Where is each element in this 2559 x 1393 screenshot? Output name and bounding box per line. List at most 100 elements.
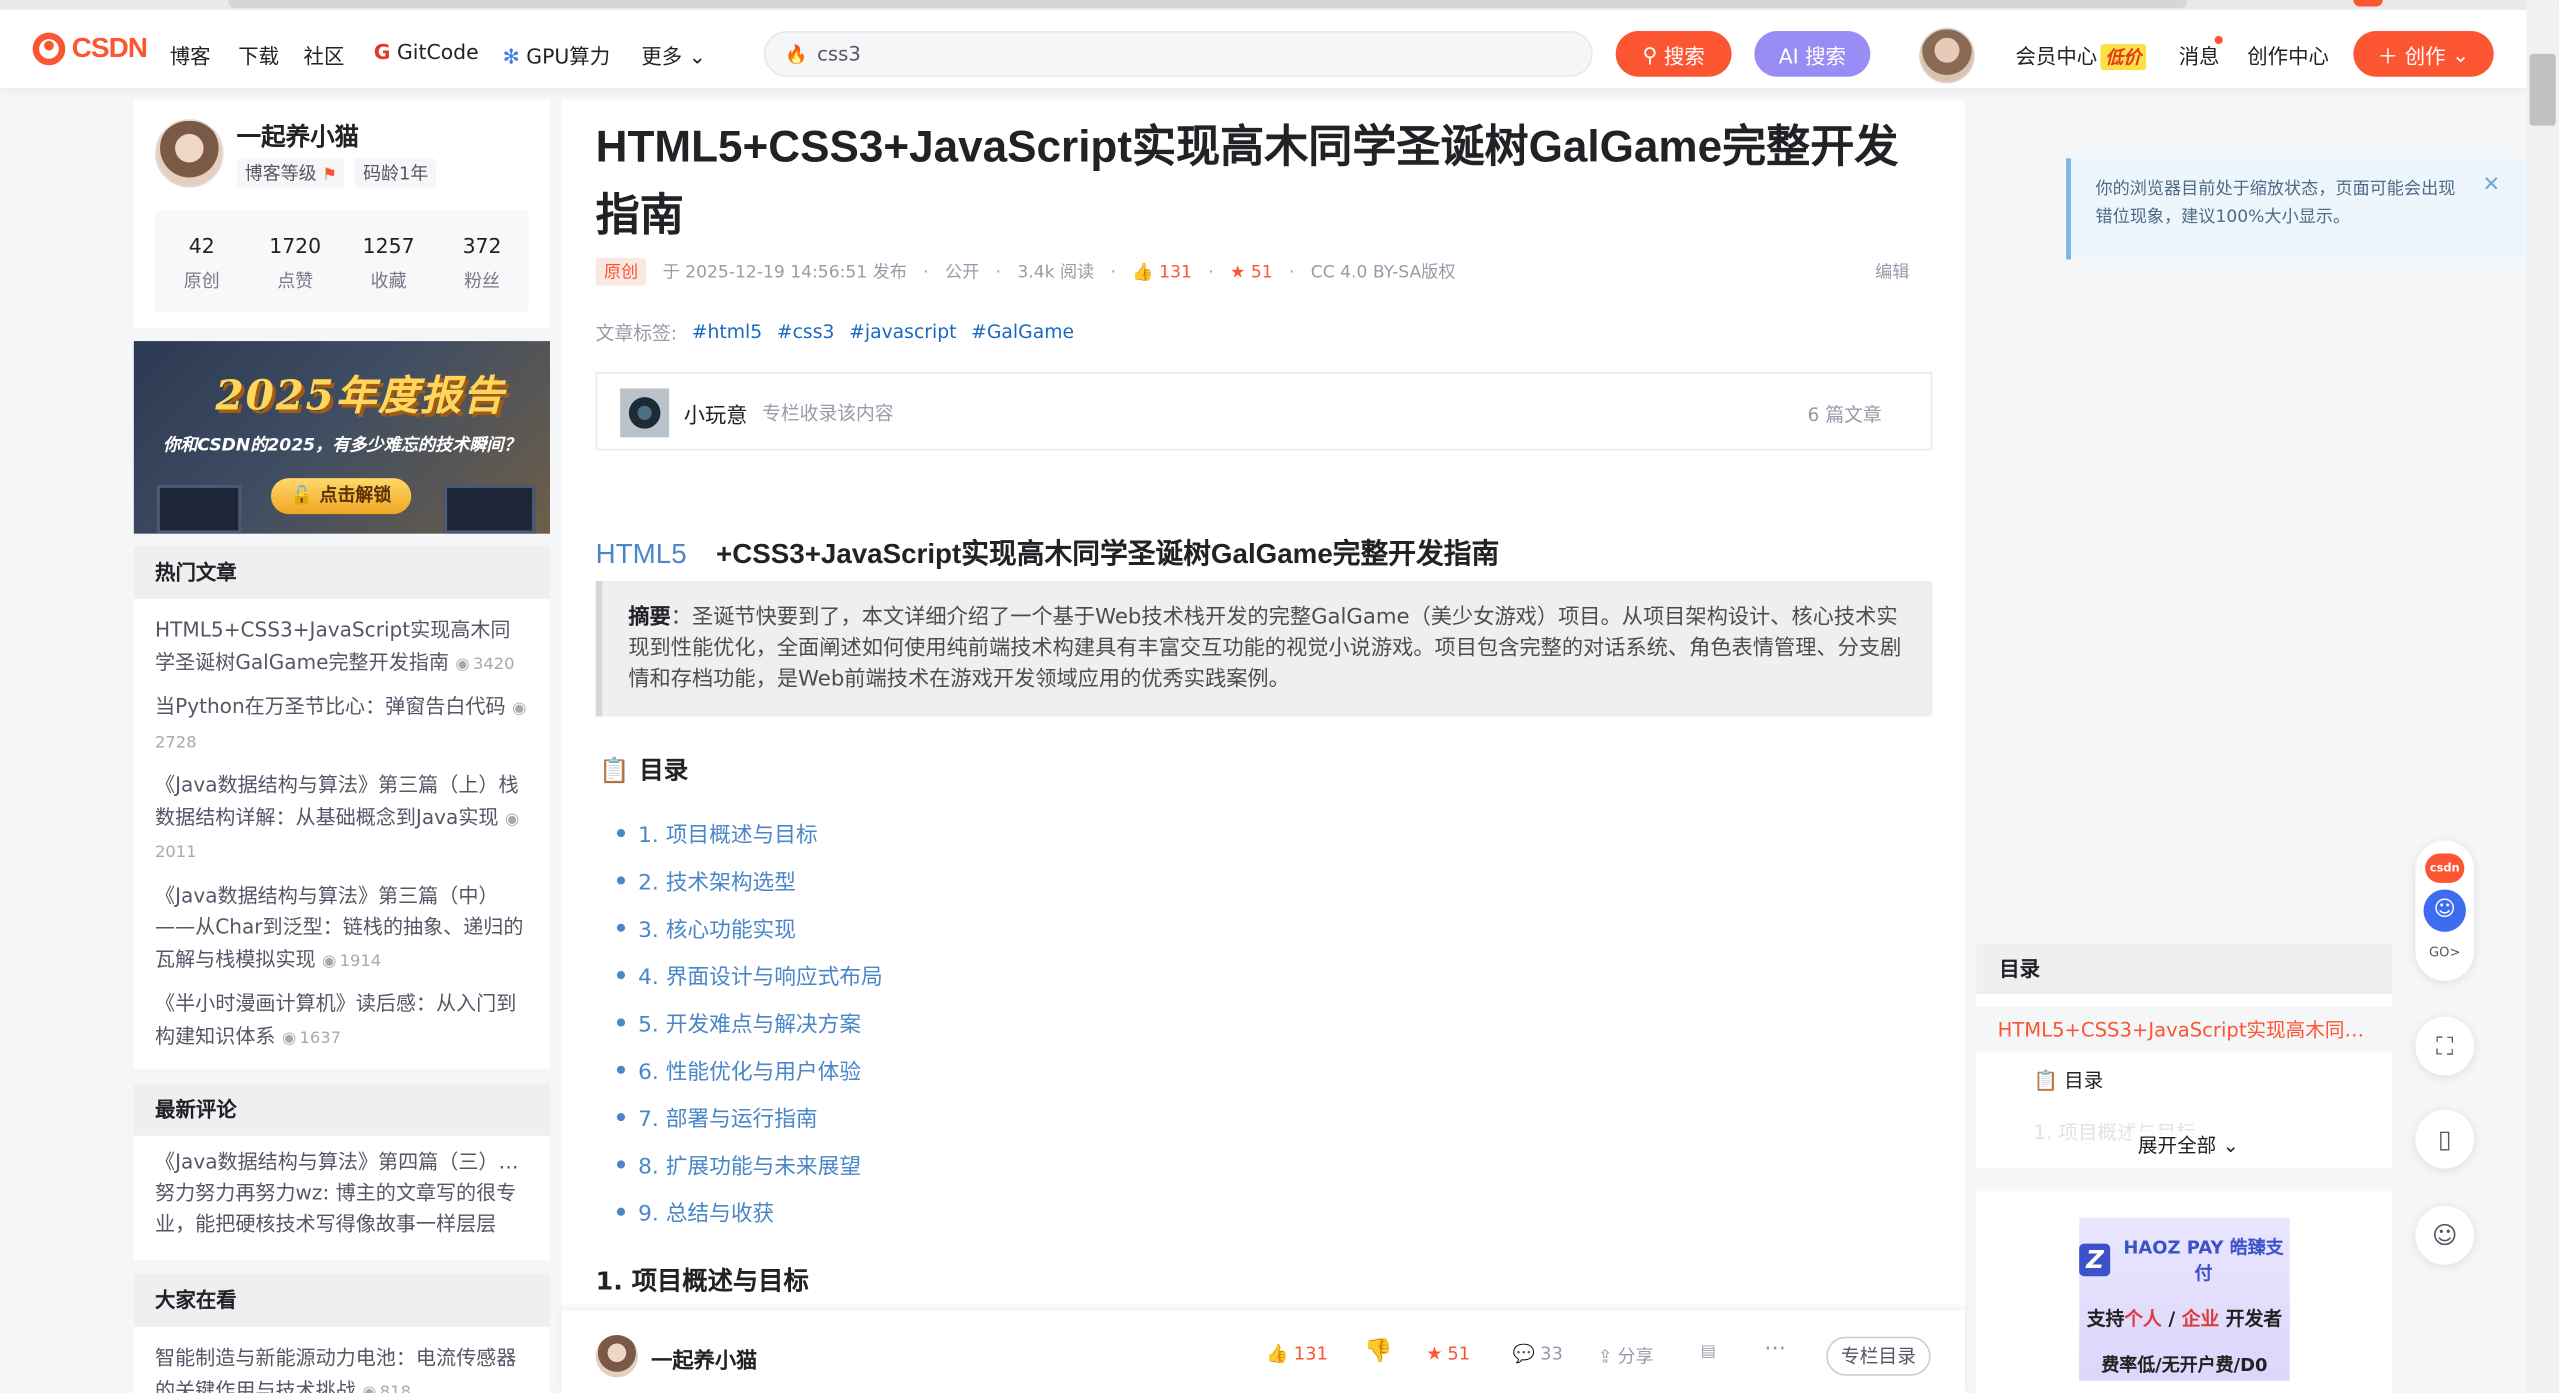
csdn-icon: csdn: [2425, 853, 2465, 883]
ai-bot-icon: ☺: [2423, 889, 2466, 932]
hot-article-item[interactable]: 《半小时漫画计算机》读后感：从入门到构建知识体系 ◉ 1637: [155, 989, 529, 1054]
tag-link[interactable]: #javascript: [849, 320, 956, 346]
eye-icon: ◉: [505, 810, 520, 829]
dislike-icon[interactable]: 👎: [1364, 1338, 1392, 1364]
tag-link[interactable]: #css3: [777, 320, 835, 346]
code-age-tag: 码龄1年: [354, 158, 437, 188]
nav-more[interactable]: 更多 ⌄: [641, 39, 705, 70]
nav-download[interactable]: 下载: [238, 39, 279, 70]
csdn-logo[interactable]: CSDN: [32, 32, 148, 66]
search-input[interactable]: 🔥 css3: [763, 31, 1593, 77]
author-avatar[interactable]: [155, 119, 224, 188]
nav-blog[interactable]: 博客: [170, 39, 211, 70]
mobile-icon[interactable]: ▯: [2415, 1109, 2475, 1169]
side-toc-current[interactable]: HTML5+CSS3+JavaScript实现高木同学...: [1976, 1006, 2393, 1053]
like-count[interactable]: 👍 131: [1132, 261, 1192, 283]
vip-badge: 低价: [2100, 44, 2147, 71]
nav-gitcode[interactable]: G GitCode: [374, 39, 479, 63]
hot-article-views: 2728: [155, 733, 197, 752]
share-button[interactable]: ⇪ 分享: [1598, 1343, 1654, 1369]
toc-item[interactable]: 9. 总结与收获: [617, 1188, 883, 1235]
author-avatar-small[interactable]: [595, 1334, 639, 1378]
csdn-assistant-widget[interactable]: csdn ☺ GO>: [2415, 840, 2475, 981]
haoz-pay-ad[interactable]: Z HAOZ PAY 皓臻支付 支持个人 / 企业 开发者 费率低/无开户费/D0: [2079, 1217, 2290, 1381]
toc-item[interactable]: 3. 核心功能实现: [617, 904, 883, 951]
creator-center-link[interactable]: 创作中心: [2247, 39, 2329, 70]
stat-value: 1257: [362, 233, 415, 258]
section-heading: 1. 项目概述与目标: [595, 1266, 809, 1296]
comment-button[interactable]: 💬 33: [1513, 1343, 1563, 1364]
column-toc-button[interactable]: 专栏目录: [1826, 1336, 1931, 1376]
comment-article-link[interactable]: 《Java数据结构与算法》第四篇（三）二...: [155, 1147, 529, 1178]
license-link[interactable]: CC 4.0 BY-SA版权: [1311, 259, 1456, 283]
author-stats: 42 原创 1720 点赞 1257 收藏 372 粉丝: [155, 210, 529, 312]
annual-report-banner[interactable]: 2025年度报告 你和CSDN的2025，有多少难忘的技术瞬间？ 🔓 点击解锁: [133, 341, 550, 534]
banner-unlock-button[interactable]: 🔓 点击解锁: [270, 478, 412, 515]
vip-center-link[interactable]: 会员中心 低价: [2016, 39, 2147, 71]
toc-item[interactable]: 8. 扩展功能与未来展望: [617, 1141, 883, 1188]
tag-link[interactable]: #GalGame: [971, 320, 1074, 346]
more-icon[interactable]: ···: [1764, 1337, 1786, 1363]
meta-separator: ·: [1110, 261, 1117, 282]
toc-item[interactable]: 6. 性能优化与用户体验: [617, 1046, 883, 1093]
user-avatar[interactable]: [1919, 27, 1975, 84]
toc-item[interactable]: 1. 项目概述与目标: [617, 809, 883, 856]
stat-label: 原创: [183, 270, 220, 293]
toc-item[interactable]: 2. 技术架构选型: [617, 857, 883, 904]
stat-favorites[interactable]: 1257 收藏: [342, 211, 435, 312]
ai-search-button[interactable]: AI 搜索: [1754, 31, 1871, 77]
nav-community[interactable]: 社区: [304, 39, 345, 70]
site-header: CSDN 博客 下载 社区 G GitCode ✻ GPU算力 更多 ⌄ 🔥 c…: [0, 9, 2527, 89]
top-indicator: [2353, 0, 2383, 7]
watching-item[interactable]: 智能制造与新能源动力电池：电流传感器的关键作用与技术挑战 ◉ 818: [155, 1343, 529, 1393]
stat-likes[interactable]: 1720 点赞: [248, 211, 341, 312]
nav-gpu[interactable]: ✻ GPU算力: [503, 39, 610, 70]
favorite-button-count: 51: [1447, 1343, 1471, 1365]
meta-separator: ·: [1288, 261, 1295, 282]
expand-all-button[interactable]: 展开全部 ⌄: [2131, 1130, 2246, 1159]
search-button[interactable]: ⚲ 搜索: [1615, 31, 1732, 77]
browser-top-strip: [0, 0, 2559, 10]
toc-item[interactable]: 7. 部署与运行指南: [617, 1093, 883, 1140]
stat-fans[interactable]: 372 粉丝: [435, 211, 528, 312]
comment-text[interactable]: 努力努力再努力wz: 博主的文章写的很专业，能把硬核技术写得像故事一样层层递..…: [155, 1178, 529, 1240]
tag-link[interactable]: #html5: [692, 320, 762, 346]
like-button[interactable]: 👍 131: [1266, 1343, 1328, 1364]
hot-article-item[interactable]: 《Java数据结构与算法》第三篇（中）——从Char到泛型：链栈的抽象、递归的瓦…: [155, 880, 529, 977]
hot-article-item[interactable]: 《Java数据结构与算法》第三篇（上）栈数据结构详解：从基础概念到Java实现 ◉…: [155, 770, 529, 869]
publish-date: 于 2025-12-19 14:56:51 发布: [662, 262, 907, 283]
watching-item-views: 818: [379, 1383, 411, 1393]
scrollbar-thumb[interactable]: [2529, 53, 2556, 126]
toc-item[interactable]: 5. 开发难点与解决方案: [617, 999, 883, 1046]
column-name[interactable]: 小玩意: [684, 398, 748, 429]
column-box[interactable]: 小玩意 专栏收录该内容 6 篇文章: [595, 372, 1933, 451]
banner-button-label: 点击解锁: [319, 484, 392, 506]
favorite-button[interactable]: ★ 51: [1426, 1343, 1470, 1364]
page-scrollbar[interactable]: [2526, 0, 2559, 1393]
tags-label: 文章标签:: [595, 321, 678, 345]
stat-original[interactable]: 42 原创: [155, 211, 248, 312]
hot-article-item[interactable]: HTML5+CSS3+JavaScript实现高木同学圣诞树GalGame完整开…: [155, 615, 529, 680]
column-desc: 专栏收录该内容: [762, 401, 894, 425]
messages-link[interactable]: 消息: [2179, 39, 2220, 70]
search-icon: ⚲: [1642, 41, 1658, 67]
author-name[interactable]: 一起养小猫: [237, 119, 359, 153]
chevron-down-icon: ⌄: [688, 44, 706, 69]
close-icon[interactable]: ✕: [2482, 171, 2500, 199]
create-button[interactable]: ＋ 创作 ⌄: [2353, 31, 2494, 77]
fullscreen-icon[interactable]: ⛶: [2415, 1016, 2475, 1076]
toc-item[interactable]: 4. 界面设计与响应式布局: [617, 951, 883, 998]
author-name-small[interactable]: 一起养小猫: [651, 1343, 757, 1374]
favorite-count[interactable]: ★ 51: [1230, 262, 1273, 282]
nav-more-label: 更多: [641, 44, 683, 69]
search-button-label: 搜索: [1663, 43, 1705, 68]
toc-list: 1. 项目概述与目标 2. 技术架构选型 3. 核心功能实现 4. 界面设计与响…: [617, 809, 883, 1235]
hot-article-item[interactable]: 当Python在万圣节比心：弹窗告白代码 ◉ 2728: [155, 692, 529, 759]
toc-heading-label: 目录: [639, 755, 689, 785]
article-title: HTML5+CSS3+JavaScript实现高木同学圣诞树GalGame完整开…: [595, 122, 1899, 240]
feedback-icon[interactable]: ☺: [2415, 1206, 2475, 1265]
side-toc-sub[interactable]: 📋 目录: [2033, 1066, 2103, 1094]
stat-label: 粉丝: [464, 270, 501, 293]
pdf-icon[interactable]: ▤: [1701, 1343, 1716, 1361]
edit-link[interactable]: 编辑: [1875, 259, 1909, 283]
